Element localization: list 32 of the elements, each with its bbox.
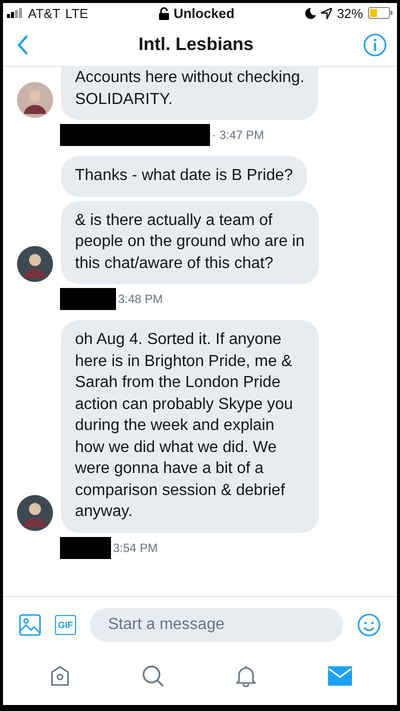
message-time: · 3:47 PM (212, 128, 264, 142)
avatar-icon[interactable] (17, 494, 53, 530)
message-time: 3:48 PM (118, 292, 163, 306)
message-input[interactable]: Start a message (90, 608, 343, 642)
battery-icon (368, 7, 393, 19)
redaction-bar (60, 536, 111, 558)
lock-status-text: Unlocked (174, 6, 234, 20)
info-icon[interactable] (363, 32, 387, 56)
avatar-icon[interactable] (17, 82, 53, 118)
home-tab-icon[interactable] (48, 665, 70, 687)
carrier-text: AT&T (28, 6, 60, 20)
image-icon[interactable] (19, 614, 41, 636)
message-bubble: oh Aug 4. Sorted it. If anyone here is in Brighton Pride, me & Sarah from the London Pride action can probably Skype you during the week and explain how we did what we did. We were gonna have a bit of a comparison session & debrief anyway. (61, 320, 319, 532)
battery-percent-text: 32% (336, 6, 363, 20)
message-bubble: Thanks - what date is B Pride? (61, 156, 307, 196)
message-bubble: & is there actually a team of people on the ground who are in this chat/aware of this chat? (61, 200, 319, 284)
bell-tab-icon[interactable] (234, 665, 256, 687)
chat-title: Intl. Lesbians (138, 34, 254, 55)
back-icon[interactable] (17, 34, 29, 54)
emoji-icon[interactable] (357, 613, 381, 637)
mail-tab-icon[interactable] (328, 666, 352, 686)
avatar-icon[interactable] (17, 246, 53, 282)
search-tab-icon[interactable] (142, 665, 164, 687)
signal-icon (7, 8, 23, 18)
message-time: 3:54 PM (113, 540, 158, 554)
moon-icon (304, 8, 316, 18)
location-arrow-icon (320, 8, 332, 18)
gif-button[interactable]: GIF (55, 615, 76, 635)
redaction-bar (60, 288, 116, 310)
lock-icon (158, 6, 169, 20)
network-text: LTE (65, 6, 88, 20)
message-bubble: Accounts here without checking. SOLIDARITY. (61, 67, 318, 120)
